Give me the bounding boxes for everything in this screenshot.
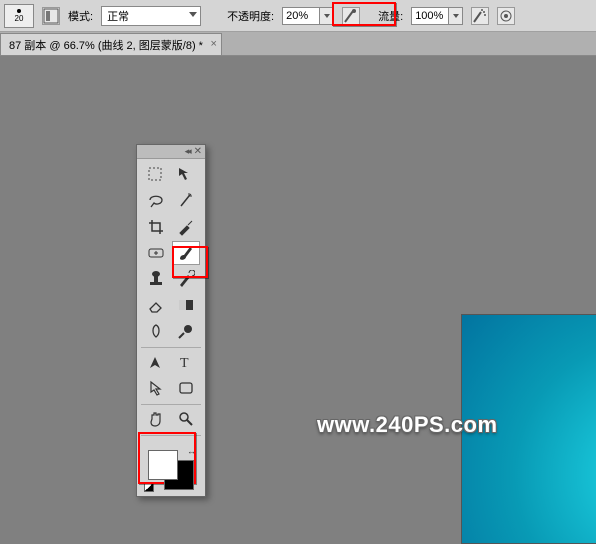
brush-preset-picker[interactable]: 20 <box>4 4 34 28</box>
stamp-tool[interactable] <box>142 267 170 291</box>
mode-label: 模式: <box>68 8 93 24</box>
crop-tool[interactable] <box>142 215 170 239</box>
smudge-tool[interactable] <box>142 319 170 343</box>
heal-tool[interactable] <box>142 241 170 265</box>
dodge-tool[interactable] <box>172 319 200 343</box>
collapse-icon[interactable]: ◂◂ <box>185 146 190 157</box>
airbrush-icon[interactable] <box>471 7 489 25</box>
options-bar: 20 模式: 正常 不透明度: 20% 流量: 100% <box>0 0 596 32</box>
opacity-label: 不透明度: <box>227 8 274 24</box>
move-tool[interactable] <box>172 163 200 187</box>
hand-tool[interactable] <box>142 407 170 431</box>
wand-tool[interactable] <box>172 189 200 213</box>
highlight-opacity <box>332 2 396 26</box>
panel-close-icon[interactable]: ✕ <box>194 146 202 157</box>
lasso-tool[interactable] <box>142 189 170 213</box>
mode-dropdown[interactable]: 正常 <box>101 6 201 26</box>
toggle-panel-icon[interactable] <box>42 7 60 25</box>
highlight-brush <box>172 246 208 278</box>
eraser-tool[interactable] <box>142 293 170 317</box>
pressure-size-icon[interactable] <box>497 7 515 25</box>
svg-text:T: T <box>180 356 189 371</box>
text-tool[interactable]: T <box>172 350 200 374</box>
flow-input[interactable]: 100% <box>411 7 463 25</box>
panel-header[interactable]: ◂◂ ✕ <box>137 145 205 159</box>
eyedropper-tool[interactable] <box>172 215 200 239</box>
zoom-tool[interactable] <box>172 407 200 431</box>
shape-tool[interactable] <box>172 376 200 400</box>
path-select-tool[interactable] <box>142 376 170 400</box>
gradient-tool[interactable] <box>172 293 200 317</box>
pen-tool[interactable] <box>142 350 170 374</box>
close-icon[interactable]: × <box>211 38 217 50</box>
document-tab[interactable]: 87 副本 @ 66.7% (曲线 2, 图层蒙版/8) * × <box>0 33 222 55</box>
document-tab-bar: 87 副本 @ 66.7% (曲线 2, 图层蒙版/8) * × <box>0 32 596 56</box>
foreground-color[interactable] <box>148 450 178 480</box>
opacity-input[interactable]: 20% <box>282 7 334 25</box>
marquee-tool[interactable] <box>142 163 170 187</box>
canvas-area[interactable]: www.240PS.com <box>0 56 596 542</box>
watermark-text: www.240PS.com <box>317 412 498 438</box>
